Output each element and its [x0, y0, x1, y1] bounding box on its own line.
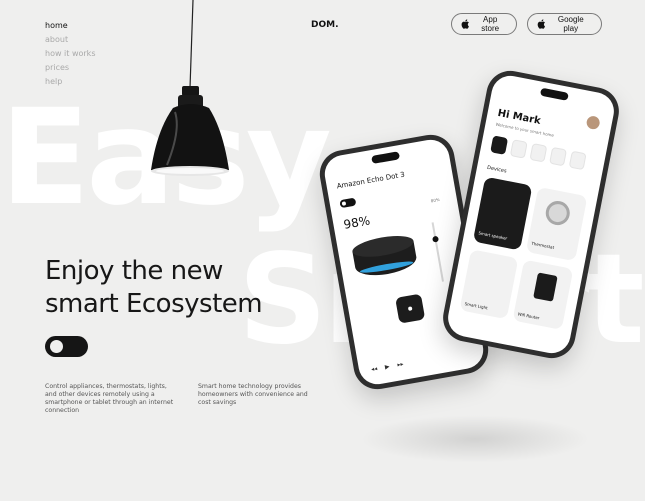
media-controls: ◂◂ ▶ ▸▸ — [371, 361, 404, 374]
theme-toggle[interactable] — [45, 336, 88, 357]
headline-line-2: smart Ecosystem — [45, 289, 263, 319]
next-icon: ▸▸ — [396, 360, 405, 369]
devices-heading: Devices — [486, 164, 508, 175]
device-percent: 98% — [342, 213, 372, 232]
app-store-button[interactable]: App store — [451, 13, 517, 35]
category-icon — [490, 135, 509, 155]
category-row — [490, 135, 587, 171]
prev-icon: ◂◂ — [370, 365, 378, 374]
apple-icon — [461, 19, 469, 29]
description-convenience: Smart home technology provides homeowner… — [198, 383, 308, 406]
category-icon — [568, 150, 587, 171]
app-store-label: App store — [481, 15, 500, 33]
category-icon — [509, 139, 528, 159]
volume-slider — [431, 222, 444, 282]
nav-home[interactable]: home — [45, 19, 95, 33]
description-remote-control: Control appliances, thermostats, lights,… — [45, 383, 174, 414]
device-tile-light — [459, 249, 519, 320]
nav-about[interactable]: about — [45, 33, 95, 47]
google-play-label: Google play — [557, 15, 584, 33]
device-title: Amazon Echo Dot 3 — [336, 170, 406, 191]
hero-headline: Enjoy the new smart Ecosystem — [45, 255, 263, 321]
brand-logo[interactable]: DOM. — [311, 20, 339, 30]
category-icon — [529, 143, 548, 163]
phones-shadow — [360, 415, 590, 463]
dynamic-island — [539, 87, 569, 101]
pendant-lamp-image — [151, 0, 229, 176]
play-icon: ▶ — [384, 363, 391, 371]
nav-help[interactable]: help — [45, 75, 95, 89]
apple-icon — [537, 19, 546, 29]
nav-prices[interactable]: prices — [45, 61, 95, 75]
nav-how-it-works[interactable]: how it works — [45, 47, 95, 61]
device-power-toggle — [339, 197, 357, 209]
main-nav: home about how it works prices help — [45, 19, 95, 89]
toggle-knob — [50, 340, 63, 353]
echo-speaker-image — [350, 232, 420, 288]
category-icon — [549, 146, 568, 167]
avatar — [585, 115, 601, 131]
device-side-value: 80% — [430, 196, 440, 204]
google-play-button[interactable]: Google play — [527, 13, 602, 35]
headline-line-1: Enjoy the new — [45, 256, 223, 286]
dynamic-island — [371, 151, 401, 164]
mini-device-icon — [395, 293, 426, 324]
